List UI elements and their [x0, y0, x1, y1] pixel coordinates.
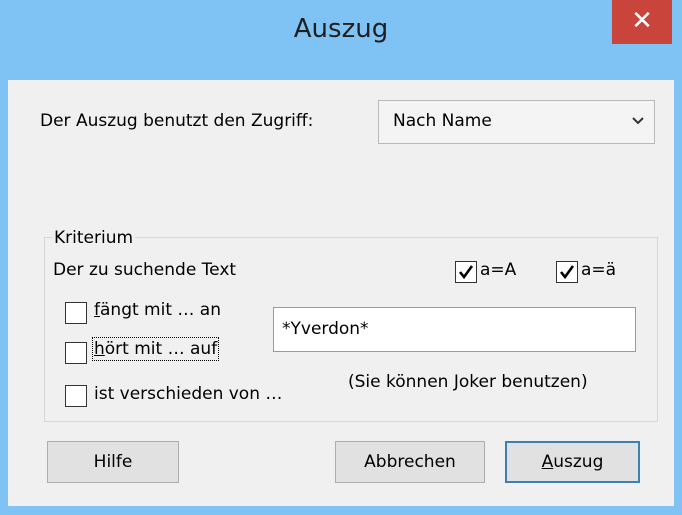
close-icon: ✕ [631, 6, 653, 36]
search-text-label: Der zu suchende Text [53, 260, 237, 280]
search-text-value: *Yverdon* [282, 319, 369, 339]
accent-insensitive-label: a=ä [581, 260, 617, 280]
title-bar[interactable]: Auszug ✕ [0, 0, 682, 80]
dialog-title: Auszug [293, 14, 389, 44]
criterion-group-caption: Kriterium [52, 228, 136, 248]
search-text-input[interactable]: *Yverdon* [273, 307, 636, 352]
starts-with-label: fängt mit … an [94, 300, 221, 320]
close-button[interactable]: ✕ [612, 0, 672, 44]
accent-insensitive-checkbox[interactable] [556, 261, 578, 283]
starts-with-checkbox[interactable] [65, 302, 87, 324]
dialog-client-area: Der Auszug benutzt den Zugriff: Nach Nam… [8, 80, 674, 506]
wildcard-hint: (Sie können Joker benutzen) [348, 372, 588, 392]
extract-label-text: uszug [553, 452, 604, 472]
help-button[interactable]: Hilfe [47, 441, 179, 483]
access-label: Der Auszug benutzt den Zugriff: [40, 111, 314, 131]
chevron-down-icon [632, 117, 644, 125]
checkmark-icon [458, 265, 474, 280]
starts-with-label-text: ängt mit … an [100, 300, 222, 320]
ends-with-checkbox[interactable] [65, 342, 87, 364]
checkmark-icon [559, 265, 575, 280]
ends-with-mnemonic: h [94, 339, 105, 359]
access-dropdown[interactable]: Nach Name [378, 100, 655, 144]
extract-mnemonic: A [541, 452, 554, 472]
differs-from-label: ist verschieden von … [94, 384, 283, 404]
ends-with-label-text: ört mit … auf [104, 339, 218, 359]
extract-button[interactable]: Auszug [505, 441, 640, 483]
access-dropdown-value: Nach Name [393, 111, 492, 131]
cancel-button[interactable]: Abbrechen [335, 441, 485, 483]
dialog-window: Auszug ✕ Der Auszug benutzt den Zugriff:… [0, 0, 682, 515]
case-insensitive-label: a=A [480, 260, 517, 280]
differs-from-checkbox[interactable] [65, 385, 87, 407]
case-insensitive-checkbox[interactable] [455, 261, 477, 283]
ends-with-label: hört mit … auf [91, 337, 220, 361]
